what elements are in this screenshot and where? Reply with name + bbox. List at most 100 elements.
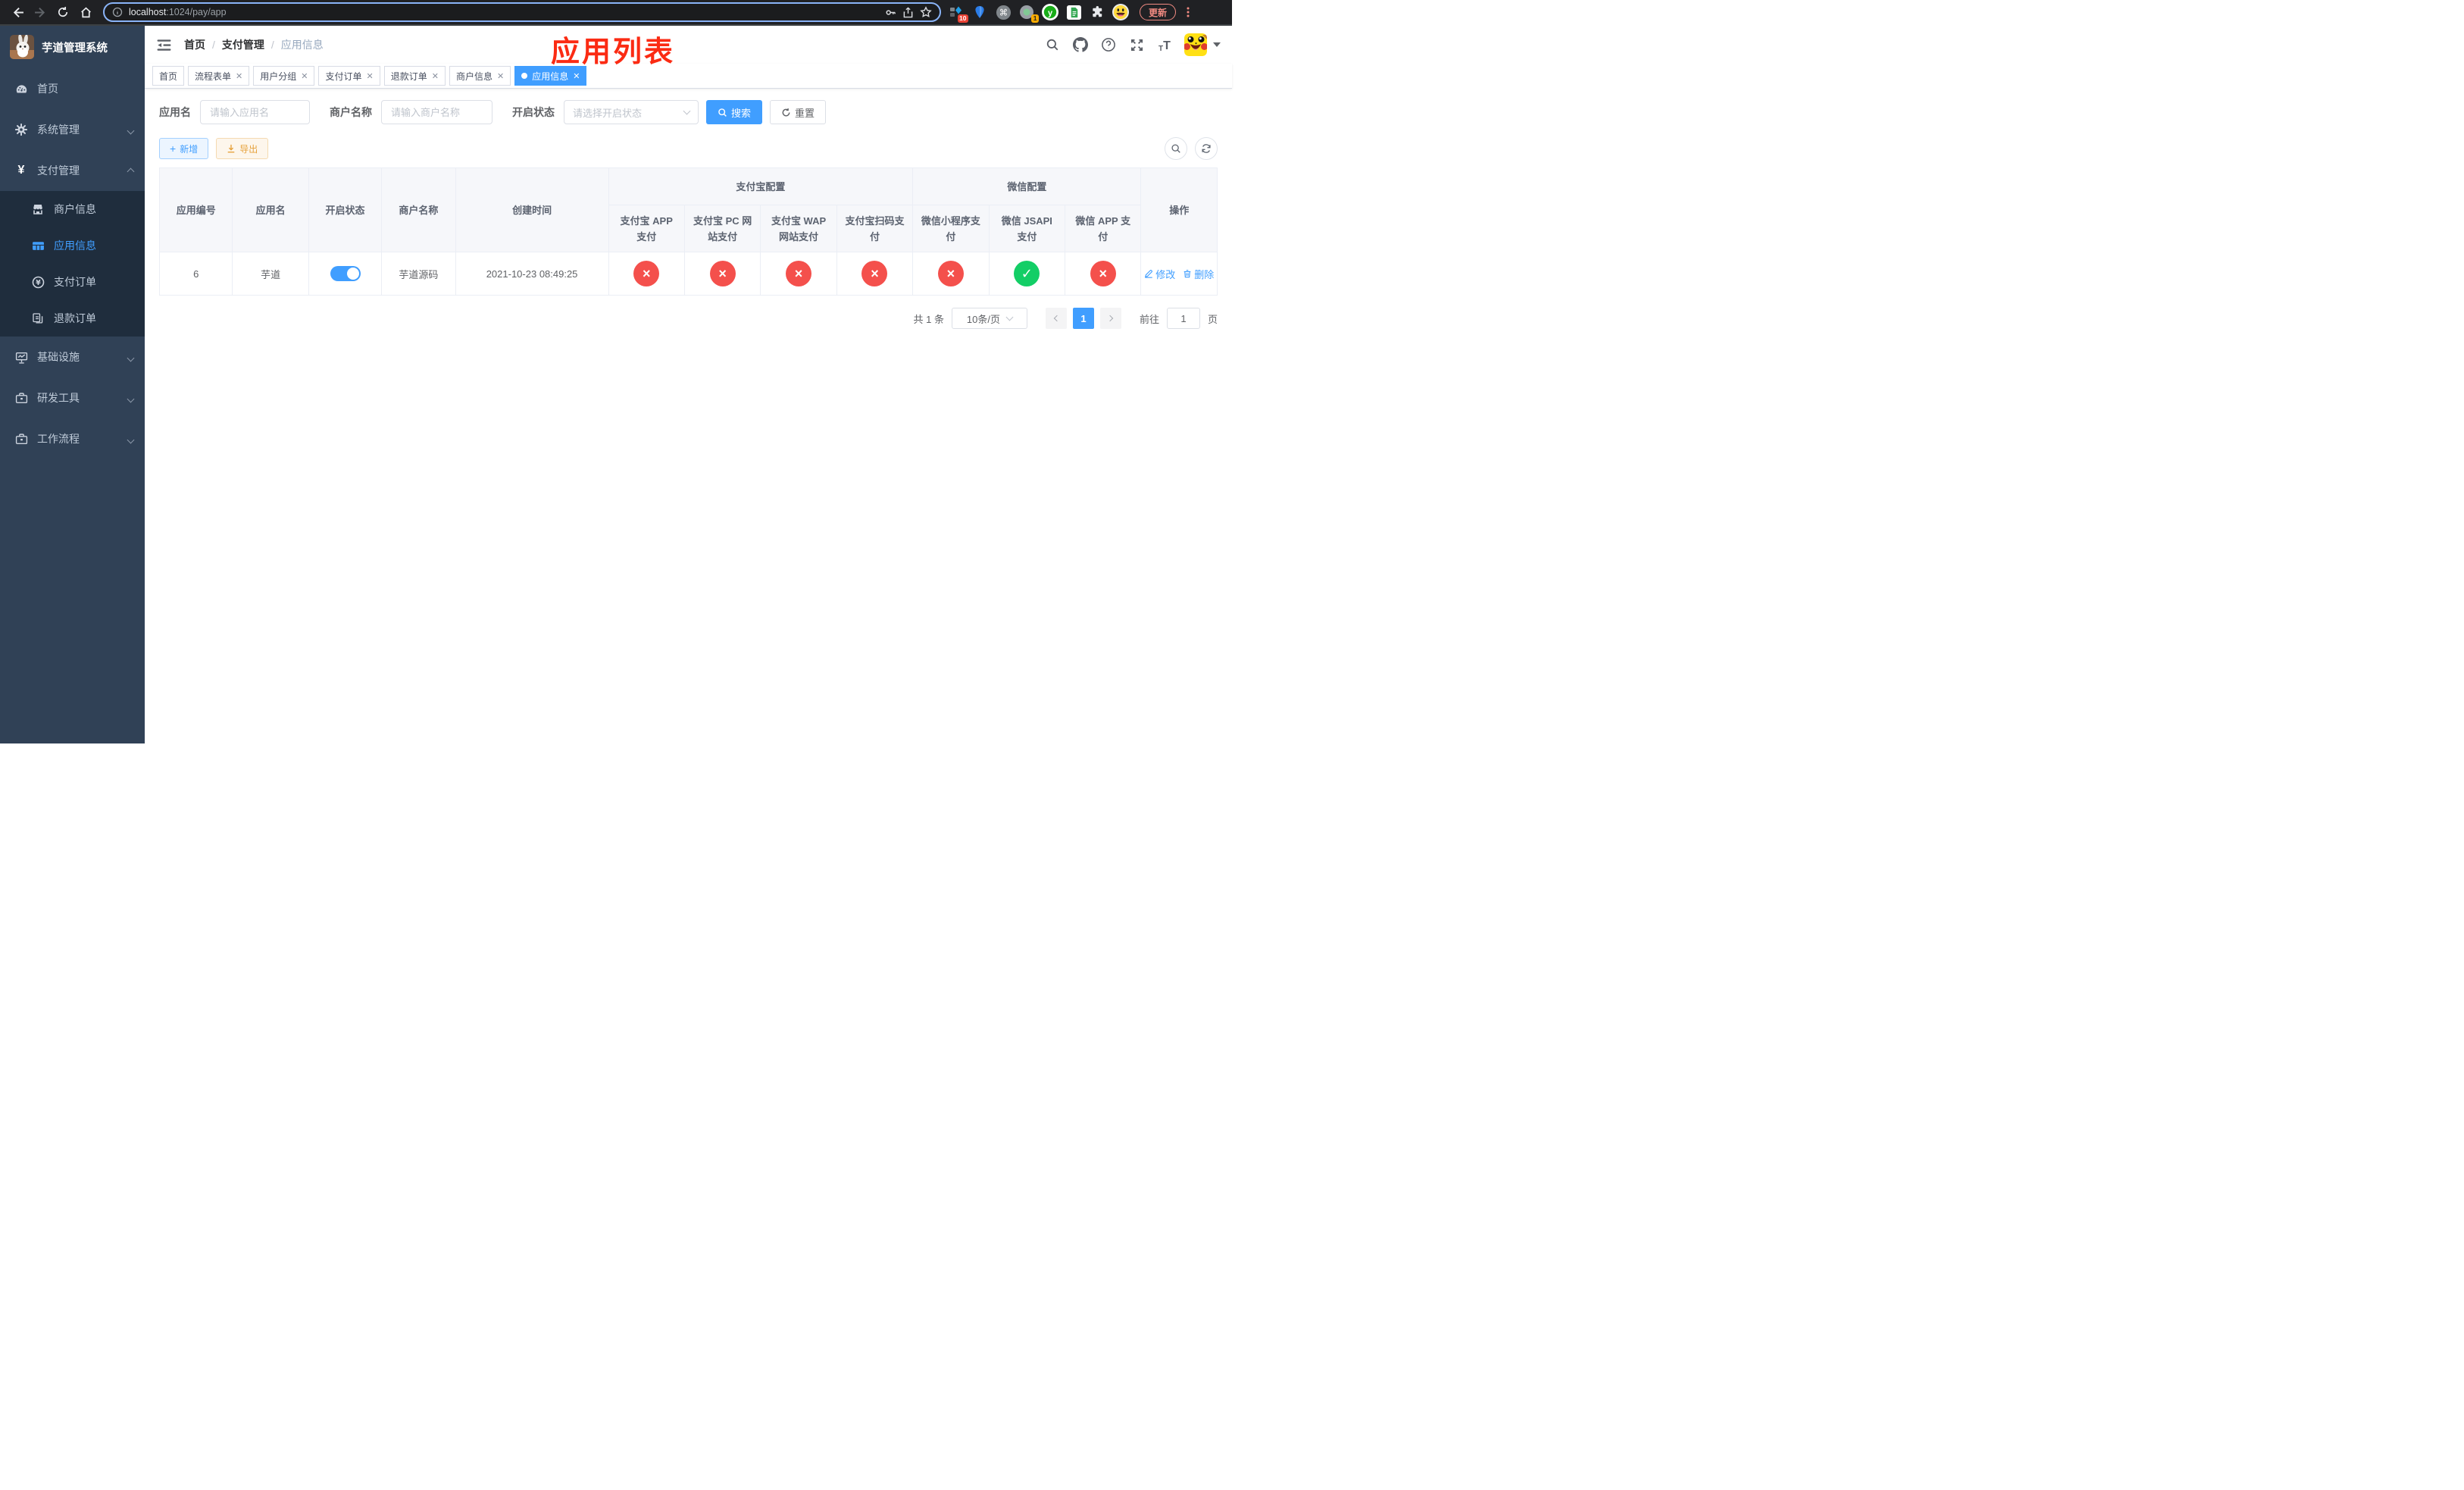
back-icon[interactable] (8, 2, 27, 22)
active-dot (521, 73, 528, 79)
prev-page-button[interactable] (1045, 308, 1067, 329)
col-alipay-wap: 支付宝 WAP 网站支付 (760, 205, 837, 252)
table-toolbar: + 新增 导出 (159, 137, 1218, 160)
extension-recorder-icon[interactable]: 1 (1018, 4, 1039, 23)
export-button[interactable]: 导出 (216, 138, 269, 159)
tab-home[interactable]: 首页 (152, 66, 185, 86)
refresh-table-button[interactable] (1195, 137, 1218, 160)
sidebar-item-label: 研发工具 (37, 392, 80, 404)
page-number-1[interactable]: 1 (1072, 308, 1094, 329)
search-icon[interactable] (1044, 36, 1061, 53)
extensions-puzzle-icon[interactable] (1089, 4, 1105, 20)
tab-flow-form[interactable]: 流程表单 ✕ (188, 66, 250, 86)
fullscreen-icon[interactable] (1128, 36, 1145, 53)
col-alipay-qr: 支付宝扫码支付 (836, 205, 914, 252)
profile-emoji-avatar[interactable] (1112, 4, 1129, 20)
close-tab-icon[interactable]: ✕ (432, 71, 439, 81)
app-name-input[interactable] (200, 100, 310, 124)
next-page-button[interactable] (1099, 308, 1121, 329)
payment-submenu: 商户信息 应用信息 ¥ 支付订单 退款订单 (0, 191, 145, 337)
col-app-id: 应用编号 (158, 167, 233, 252)
extension-balloon-icon[interactable] (971, 4, 988, 20)
channel-status-badge: × (1090, 261, 1116, 286)
chevron-down-icon (127, 127, 135, 135)
goto-page-input[interactable] (1166, 308, 1200, 329)
chevron-down-icon (1005, 313, 1014, 321)
edit-link[interactable]: 修改 (1144, 267, 1175, 281)
sidebar-item-payment[interactable]: ¥ 支付管理 (0, 150, 145, 191)
extension-diamond-icon[interactable]: 10 (948, 4, 968, 23)
yen-circle-icon: ¥ (31, 276, 45, 289)
key-icon[interactable] (885, 7, 896, 18)
breadcrumb-section[interactable]: 支付管理 (222, 37, 264, 52)
tab-pay-order[interactable]: 支付订单 ✕ (318, 66, 380, 86)
chevron-right-icon (1106, 315, 1114, 322)
sidebar-item-label: 基础设施 (37, 351, 80, 363)
menu-kebab-icon[interactable] (1182, 6, 1196, 18)
sidebar-item-pay-order[interactable]: ¥ 支付订单 (0, 264, 145, 300)
goto-unit: 页 (1207, 313, 1218, 325)
user-menu[interactable] (1184, 33, 1221, 56)
chevron-left-icon (1053, 315, 1061, 322)
tab-refund-order[interactable]: 退款订单 ✕ (383, 66, 446, 86)
close-tab-icon[interactable]: ✕ (236, 71, 242, 81)
download-icon (227, 144, 235, 153)
close-tab-icon[interactable]: ✕ (497, 71, 504, 81)
reload-icon[interactable] (53, 2, 73, 22)
chart-board-icon (14, 351, 28, 364)
sidebar-item-devtools[interactable]: 研发工具 (0, 377, 145, 418)
extension-y-icon[interactable]: y (1042, 4, 1058, 20)
page-content: 应用名 商户名称 开启状态 请选择开启状态 搜索 重置 (145, 89, 1232, 743)
font-size-icon[interactable]: TT (1156, 36, 1173, 53)
app-logo[interactable]: 芋道管理系统 (0, 26, 145, 68)
status-toggle[interactable] (330, 266, 361, 281)
status-select[interactable]: 请选择开启状态 (564, 100, 699, 124)
site-info-icon[interactable] (112, 7, 123, 17)
goto-label: 前往 (1139, 313, 1159, 325)
bookmark-star-icon[interactable] (920, 6, 932, 18)
trash-icon (1184, 270, 1191, 278)
sidebar-item-refund-order[interactable]: 退款订单 (0, 300, 145, 337)
col-actions: 操作 (1140, 167, 1218, 252)
page-size-select[interactable]: 10条/页 (951, 308, 1027, 329)
close-tab-icon[interactable]: ✕ (301, 71, 308, 81)
toolbox-icon (14, 392, 28, 405)
close-tab-icon[interactable]: ✕ (367, 71, 374, 81)
reset-button[interactable]: 重置 (770, 100, 827, 124)
sidebar-item-infrastructure[interactable]: 基础设施 (0, 337, 145, 377)
briefcase-icon (14, 433, 28, 446)
breadcrumb-current: 应用信息 (280, 39, 324, 51)
col-merchant-name: 商户名称 (381, 167, 456, 252)
tab-merchant-info[interactable]: 商户信息 ✕ (449, 66, 511, 86)
close-tab-icon[interactable]: ✕ (573, 71, 580, 81)
sidebar-item-app-info[interactable]: 应用信息 (0, 227, 145, 264)
share-icon[interactable] (902, 6, 914, 18)
show-search-toggle-button[interactable] (1165, 137, 1187, 160)
status-label: 开启状态 (512, 106, 555, 118)
forward-icon[interactable] (30, 2, 50, 22)
sidebar-item-label: 应用信息 (54, 239, 96, 252)
sidebar-item-merchant-info[interactable]: 商户信息 (0, 191, 145, 227)
github-icon[interactable] (1072, 36, 1089, 53)
url-bar[interactable]: localhost:1024/pay/app (103, 2, 941, 22)
extension-badge: 1 (1031, 14, 1039, 23)
add-button[interactable]: + 新增 (159, 138, 209, 159)
col-group-wechat: 微信配置 (912, 167, 1142, 205)
delete-link[interactable]: 删除 (1183, 267, 1214, 281)
extension-command-icon[interactable]: ⌘ (995, 4, 1012, 20)
sidebar-item-system[interactable]: 系统管理 (0, 109, 145, 150)
col-alipay-app: 支付宝 APP 支付 (608, 205, 685, 252)
merchant-name-input[interactable] (381, 100, 492, 124)
search-button[interactable]: 搜索 (706, 100, 763, 124)
extension-doc-icon[interactable] (1065, 4, 1082, 20)
breadcrumb-home[interactable]: 首页 (184, 37, 205, 52)
update-button[interactable]: 更新 (1140, 4, 1177, 20)
tab-user-group[interactable]: 用户分组 ✕ (253, 66, 315, 86)
sidebar-item-workflow[interactable]: 工作流程 (0, 418, 145, 459)
help-icon[interactable] (1100, 36, 1117, 53)
pagination: 共 1 条 10条/页 1 前往 页 (159, 308, 1218, 329)
document-copy-icon (31, 312, 45, 324)
sidebar-collapse-icon[interactable] (156, 37, 172, 53)
sidebar-item-home[interactable]: 首页 (0, 68, 145, 109)
home-icon[interactable] (76, 2, 95, 22)
